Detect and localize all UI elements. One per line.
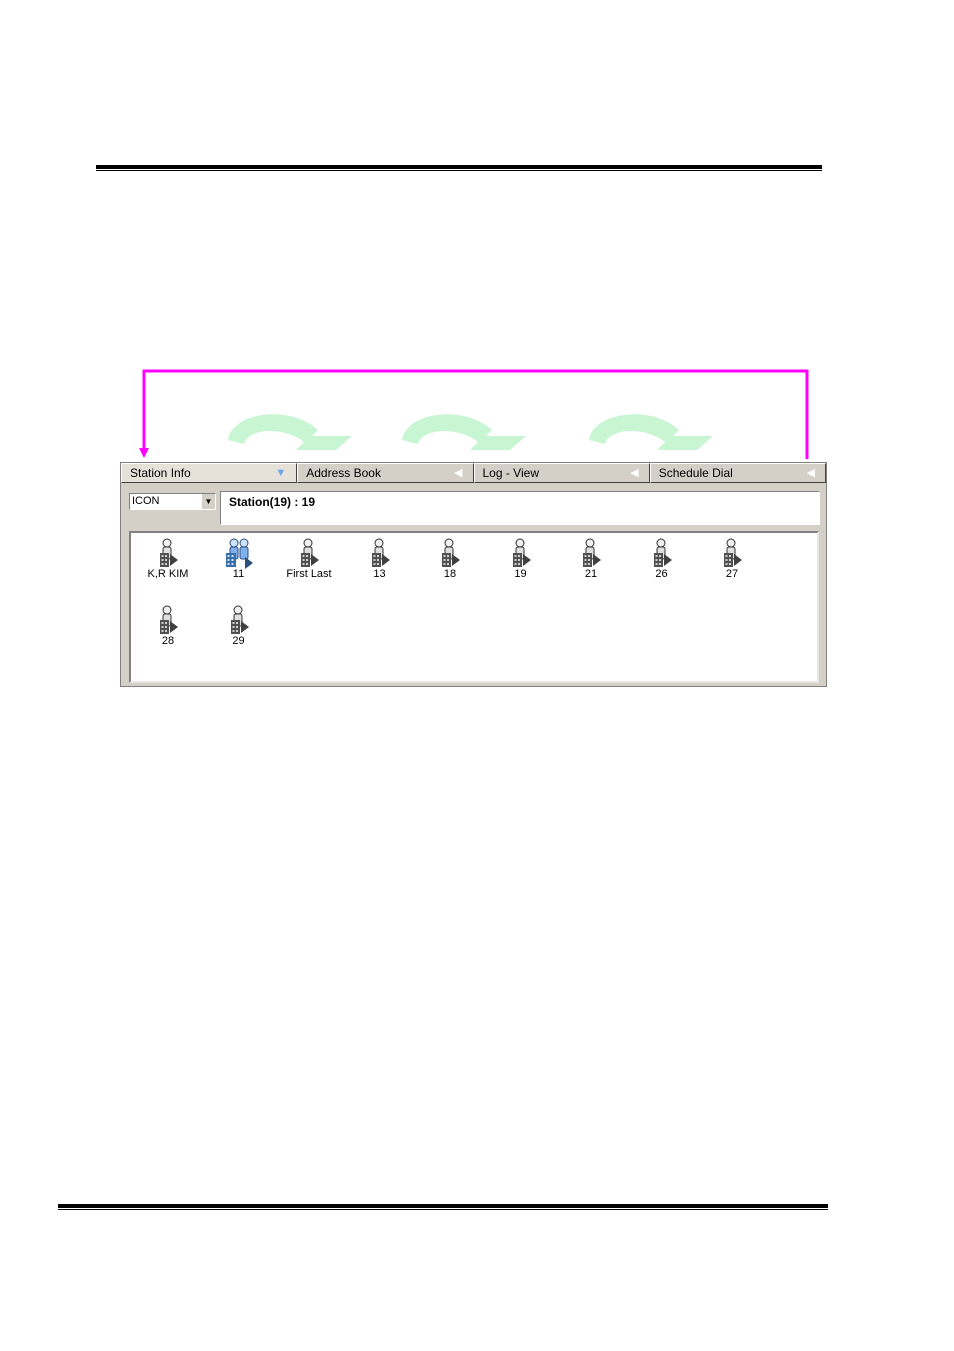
triangle-down-icon: ▼ [275,467,287,479]
station-label: 29 [232,635,245,647]
station-item[interactable]: 19 [486,537,556,580]
station-icon-list: K,R KIM 11 First Last 13 18 19 21 26 27 28 29 [129,531,819,683]
loop-back-arrow [142,369,809,459]
tab-address-book[interactable]: Address Book ◀ [297,463,474,483]
triangle-left-icon: ◀ [806,467,815,479]
tab-station-info[interactable]: Station Info ▼ [121,463,298,483]
top-rule [96,165,822,171]
station-label: 27 [725,568,739,580]
cycle-arrow-icon [589,414,713,450]
station-phone-user-icon [345,537,415,569]
station-label: 13 [373,568,386,580]
cycle-arrow-icon [228,414,352,450]
station-count-status: Station(19) : 19 [220,491,820,525]
station-item[interactable]: 21 [556,537,626,580]
station-phone-user-icon [697,537,767,569]
station-phone-user-icon [274,537,344,569]
station-phone-user-icon [556,537,626,569]
station-group-icon [204,537,274,569]
view-mode-select[interactable]: ICON ▼ [129,493,216,510]
station-label: 11 [232,568,245,580]
tab-label: Log - View [482,466,539,480]
view-mode-value: ICON [132,495,160,507]
station-label: K,R KIM [147,568,189,580]
station-item[interactable]: 29 [204,604,274,647]
station-item[interactable]: K,R KIM [133,537,203,580]
station-item[interactable]: 27 [697,537,767,580]
station-phone-user-icon [627,537,697,569]
triangle-left-icon: ◀ [454,467,463,479]
tab-log-view[interactable]: Log - View ◀ [473,463,650,483]
status-text: Station(19) : 19 [229,495,316,509]
station-phone-user-icon [204,604,274,636]
station-phone-user-icon [133,604,203,636]
station-item[interactable]: 26 [627,537,697,580]
station-label: 28 [161,635,175,647]
tab-label: Station Info [130,466,191,480]
station-phone-user-icon [486,537,556,569]
station-label: 19 [514,568,527,580]
cycle-arrow-icon [402,414,526,450]
triangle-left-icon: ◀ [630,467,639,479]
station-panel: Station Info ▼ Address Book ◀ Log - View… [120,462,827,687]
station-item[interactable]: First Last [274,537,344,580]
station-label: First Last [286,568,332,580]
bottom-rule [58,1204,828,1210]
chevron-down-icon[interactable]: ▼ [201,494,215,509]
tab-bar: Station Info ▼ Address Book ◀ Log - View… [121,463,826,485]
tab-label: Schedule Dial [658,466,733,480]
tab-label: Address Book [306,466,381,480]
station-label: 18 [443,568,457,580]
station-label: 21 [584,568,598,580]
station-item[interactable]: 28 [133,604,203,647]
station-phone-user-icon [415,537,485,569]
station-label: 26 [655,568,668,580]
station-phone-user-icon [133,537,203,569]
station-item[interactable]: 13 [345,537,415,580]
station-item[interactable]: 18 [415,537,485,580]
station-item[interactable]: 11 [204,537,274,580]
tab-schedule-dial[interactable]: Schedule Dial ◀ [649,463,826,483]
